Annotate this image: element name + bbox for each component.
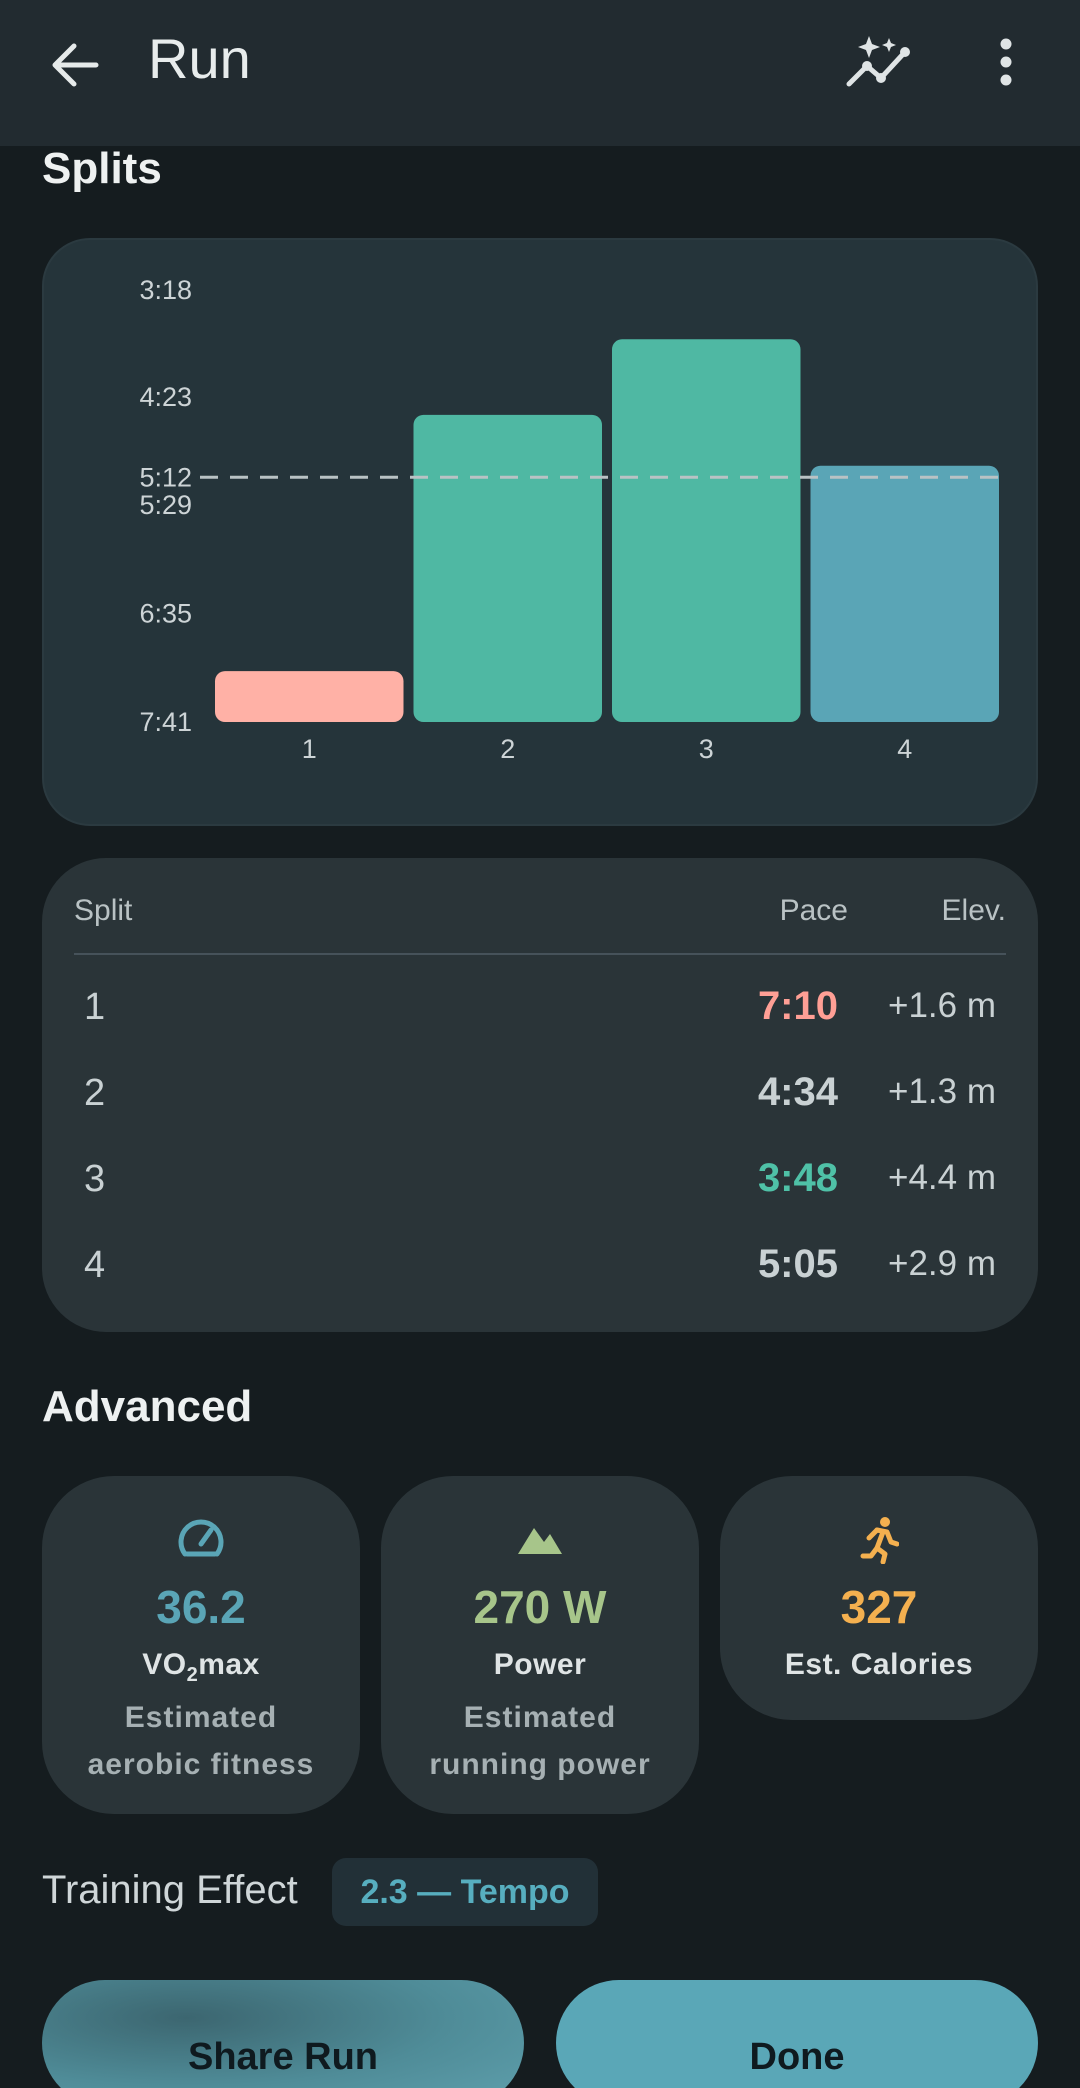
splits-bar-chart: 3:18 4:23 5:125:29 6:35 7:41 1 2 3 4 (139, 275, 1008, 764)
more-vertical-icon[interactable] (990, 34, 1022, 94)
advanced-heading: Advanced (42, 1382, 253, 1431)
x-tick-label: 4 (897, 734, 912, 764)
y-tick-label: 4:23 (139, 382, 192, 412)
vo2max-card[interactable]: 36.2 VO2max Estimated aerobic fitness (42, 1476, 360, 1814)
y-tick-label: 3:18 (139, 275, 192, 305)
y-tick-label: 5:29 (139, 490, 192, 520)
split-bar-1[interactable] (215, 671, 404, 722)
training-effect-chip[interactable]: 2.3 — Tempo (332, 1858, 598, 1926)
y-tick-label: 5:12 (139, 462, 192, 492)
split-pace: 3:48 (757, 1156, 838, 1200)
split-elevation: +2.9 m (888, 1244, 996, 1283)
split-number: 3 (84, 1158, 106, 1200)
power-card[interactable]: 270 W Power Estimated running power (381, 1476, 699, 1814)
vo2max-description: Estimated aerobic fitness (87, 1701, 315, 1781)
power-description: Estimated running power (429, 1701, 651, 1781)
split-pace: 4:34 (757, 1070, 838, 1114)
table-row: 4 5:05 +2.9 m (74, 1226, 1006, 1312)
split-number: 2 (84, 1072, 106, 1114)
x-tick-label: 1 (302, 734, 317, 764)
vo2max-value: 36.2 (156, 1581, 246, 1633)
vo2max-label: VO2max (142, 1648, 260, 1686)
x-tick-label: 3 (699, 734, 714, 764)
split-bar-3[interactable] (612, 339, 801, 722)
table-row: 3 3:48 +4.4 m (74, 1140, 1006, 1226)
header-split: Split (74, 894, 133, 927)
calories-card[interactable]: 327 Est. Calories (720, 1476, 1038, 1720)
header-elev: Elev. (941, 894, 1006, 927)
y-tick-label: 7:41 (139, 707, 192, 737)
running-person-icon (720, 1516, 1038, 1564)
page-title: Run (148, 27, 251, 90)
share-run-button[interactable]: Share Run (42, 1980, 524, 2088)
training-effect-label: Training Effect (42, 1868, 298, 1912)
split-elevation: +1.3 m (888, 1072, 996, 1111)
done-button[interactable]: Done (556, 1980, 1038, 2088)
table-row: 1 7:10 +1.6 m (74, 968, 1006, 1054)
arrow-back-icon[interactable] (50, 40, 100, 90)
split-pace: 5:05 (757, 1242, 838, 1286)
splits-table: Split Pace Elev. 1 7:10 +1.6 m 2 4:34 +1… (42, 858, 1038, 1332)
speedometer-icon (42, 1516, 360, 1564)
calories-value: 327 (840, 1581, 918, 1633)
table-row: 2 4:34 +1.3 m (74, 1054, 1006, 1140)
split-elevation: +4.4 m (888, 1158, 996, 1197)
split-pace: 7:10 (757, 984, 838, 1028)
table-header: Split Pace Elev. (74, 894, 1006, 954)
app-bar: Run (0, 0, 1080, 146)
split-number: 1 (84, 986, 106, 1028)
split-number: 4 (84, 1244, 106, 1286)
splits-chart-card: 3:18 4:23 5:12 5:29 6:35 7:41 1 2 3 4 (42, 238, 1038, 826)
split-elevation: +1.6 m (888, 986, 996, 1025)
split-bar-2[interactable] (413, 414, 603, 722)
y-tick-label: 6:35 (139, 599, 192, 629)
mountain-icon (381, 1516, 699, 1564)
x-tick-label: 2 (500, 734, 515, 764)
header-pace: Pace (779, 894, 848, 927)
power-label: Power (493, 1648, 587, 1681)
calories-label: Est. Calories (784, 1648, 974, 1681)
split-bar-4[interactable] (810, 465, 1000, 722)
splits-heading: Splits (42, 144, 162, 193)
header-divider (74, 953, 1006, 955)
power-value: 270 W (473, 1581, 607, 1633)
sparkle-trend-icon[interactable] (845, 34, 915, 94)
run-detail-screen: Run Splits 3:18 4:23 5:12 5:29 6:35 7:41 1 2 3 4 (0, 0, 1080, 2088)
